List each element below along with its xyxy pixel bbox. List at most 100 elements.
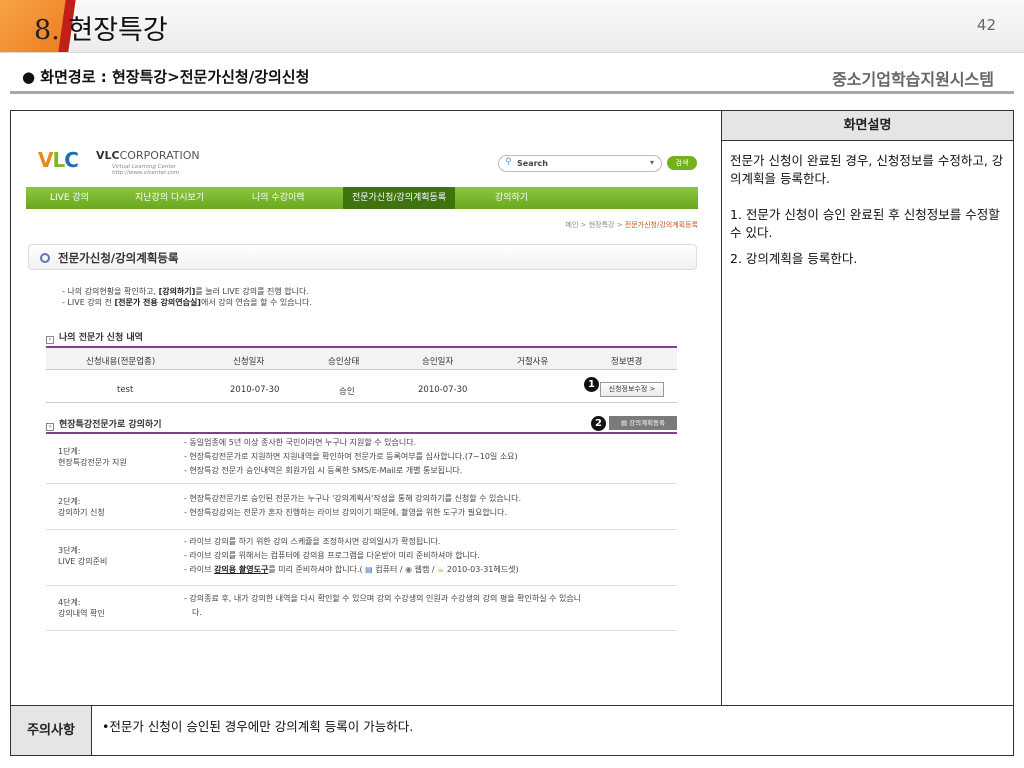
- table-cell: test: [117, 385, 134, 395]
- page-title: 전문가신청/강의계획등록: [58, 251, 179, 265]
- step-name: 강의하기 신청: [58, 508, 105, 517]
- step-line: - 라이브 강의용 촬영도구를 미리 준비하셔야 합니다.( ▤ 컴퓨터 / ◉…: [184, 563, 519, 577]
- intro-text-2b: [전문가 전용 강의연습실]: [114, 298, 201, 307]
- step-line-part: 웹캠 /: [412, 565, 438, 574]
- note-label: 주의사항: [11, 706, 92, 755]
- frame-divider: [721, 111, 722, 705]
- step-line: - 라이브 강의를 하기 위한 강의 스케쥴을 조정하시면 강의일시가 확정됩니…: [184, 537, 441, 546]
- step-line: - 강의종료 후, 내가 강의한 내역을 다시 확인할 수 있으며 강의 수강생…: [184, 594, 582, 603]
- main-nav: LIVE 강의 지난강의 다시보기 나의 수강이력 전문가신청/강의계획등록 강…: [26, 187, 698, 209]
- callout-badge-2: 2: [591, 416, 606, 431]
- step-row: 3단계: LIVE 강의준비 - 라이브 강의를 하기 위한 강의 스케쥴을 조정…: [46, 530, 677, 586]
- search-icon: ⚲: [505, 157, 512, 167]
- step-row: 2단계: 강의하기 신청 - 현장특강전문가로 승인된 전문가는 누구나 '강의계…: [46, 484, 677, 530]
- apply-history-title: 나의 전문가 신청 내역: [59, 333, 143, 343]
- site-screenshot: VLC VLCCORPORATION Virtual Learning Cent…: [26, 140, 698, 655]
- route-underline: [10, 91, 1014, 94]
- step-label: 4단계: 강의내역 확인: [58, 597, 105, 619]
- note-divider: [11, 705, 1013, 706]
- intro-text-1c: 를 눌러 LIVE 강의를 진행 합니다.: [195, 287, 309, 296]
- column-header: 신청내용(전문업종): [86, 357, 156, 367]
- circle-icon: [40, 253, 50, 263]
- breadcrumb-current: 전문가신청/강의계획등록: [624, 221, 698, 229]
- intro-text-2a: - LIVE 강의 전: [62, 298, 115, 307]
- step-line: - 현장특강 전문가 승인내역은 회원가입 시 등록한 SMS/E-Mail로 …: [184, 466, 463, 475]
- description-line: 2. 강의계획을 등록한다.: [730, 251, 858, 266]
- step-row: 1단계: 현장특강전문가 지원 - 동일업종에 5년 이상 종사한 국민이라면 누…: [46, 434, 677, 484]
- edit-application-button[interactable]: 신청정보수정 >: [600, 382, 664, 397]
- column-header: 승인상태: [328, 357, 360, 367]
- column-header: 승인일자: [422, 357, 454, 367]
- logo-c: C: [64, 148, 79, 172]
- corporation-name: VLCCORPORATION: [96, 149, 200, 162]
- register-plan-button[interactable]: ▤ 강의계획등록: [609, 416, 677, 430]
- header-rule: [0, 52, 1024, 53]
- slide-title: 8. 현장특강: [34, 8, 168, 47]
- logo-v: V: [38, 148, 54, 172]
- table-cell: 2010-07-30: [230, 385, 280, 395]
- vlc-logo[interactable]: VLC: [38, 148, 79, 172]
- description-line: 전문가 신청이 완료된 경우, 신청정보를 수정하고, 강의계획을 등록한다.: [730, 153, 1004, 186]
- step-description: - 동일업종에 5년 이상 종사한 국민이라면 누구나 지원할 수 있습니다. -…: [184, 436, 518, 478]
- chevron-down-icon[interactable]: ▾: [650, 158, 654, 167]
- step-description: - 현장특강전문가로 승인된 전문가는 누구나 '강의계획서'작성을 통해 강의…: [184, 492, 521, 520]
- lecture-title: 현장특강전문가로 강의하기: [59, 420, 162, 430]
- nav-lecture[interactable]: 강의하기: [495, 187, 528, 209]
- register-plan-label: 강의계획등록: [629, 419, 666, 427]
- page-number: 42: [976, 16, 996, 34]
- description-line: 1. 전문가 신청이 승인 완료된 후 신청정보를 수정할 수 있다.: [730, 207, 1000, 240]
- corp-sub2: http://www.vlcenter.com: [112, 170, 180, 176]
- step-line: - 라이브 강의를 위해서는 컴퓨터에 강의용 프로그램을 다운받아 미리 준비…: [184, 551, 480, 560]
- step-name: LIVE 강의준비: [58, 557, 108, 566]
- step-number: 3단계:: [58, 546, 81, 555]
- logo-l: L: [52, 148, 65, 172]
- intro-text-1b: [강의하기]: [158, 287, 196, 296]
- apply-history-heading: › 나의 전문가 신청 내역: [46, 330, 143, 344]
- step-line-part: 2010-03-31헤드셋): [444, 565, 519, 574]
- step-name: 강의내역 확인: [58, 609, 105, 618]
- step-line: - 동일업종에 5년 이상 종사한 국민이라면 누구나 지원할 수 있습니다.: [184, 438, 417, 447]
- intro-text: - 나의 강의현황을 확인하고, [강의하기]를 눌러 LIVE 강의를 진행 …: [62, 286, 312, 308]
- breadcrumb-path: 메인 > 현장특강 >: [565, 221, 625, 229]
- step-name: 현장특강전문가 지원: [58, 458, 127, 467]
- search-label: Search: [517, 159, 548, 168]
- screen-route: ● 화면경로 : 현장특강>전문가신청/강의신청: [22, 68, 310, 86]
- table-row-rule: [46, 402, 677, 403]
- step-number: 4단계:: [58, 598, 81, 607]
- note-text: •전문가 신청이 승인된 경우에만 강의계획 등록이 가능하다.: [102, 719, 414, 734]
- lecture-heading: › 현장특강전문가로 강의하기: [46, 417, 162, 431]
- chevron-right-icon: ›: [46, 423, 54, 431]
- computer-icon: ▤: [365, 565, 373, 574]
- step-line: 다.: [192, 608, 202, 617]
- step-line: - 현장특강전문가로 승인된 전문가는 누구나 '강의계획서'작성을 통해 강의…: [184, 494, 522, 503]
- step-row: 4단계: 강의내역 확인 - 강의종료 후, 내가 강의한 내역을 다시 확인할 …: [46, 586, 677, 631]
- intro-text-2c: 에서 강의 연습을 할 수 있습니다.: [200, 298, 312, 307]
- corporation-subtitle: Virtual Learning Center http://www.vlcent…: [112, 164, 179, 176]
- filming-tools-link[interactable]: 강의용 촬영도구: [214, 565, 268, 574]
- step-label: 3단계: LIVE 강의준비: [58, 545, 107, 567]
- nav-history[interactable]: 나의 수강이력: [252, 187, 305, 209]
- nav-expert-apply[interactable]: 전문가신청/강의계획등록: [343, 187, 456, 209]
- corp-bold: VLC: [96, 149, 120, 162]
- section-number: 8.: [34, 15, 60, 46]
- breadcrumb: 메인 > 현장특강 > 전문가신청/강의계획등록: [566, 220, 698, 230]
- search-input[interactable]: ⚲ Search ▾: [498, 155, 662, 172]
- corp-text: CORPORATION: [119, 149, 200, 162]
- description-heading: 화면설명: [722, 111, 1013, 141]
- step-label: 2단계: 강의하기 신청: [58, 496, 105, 518]
- column-header: 신청일자: [233, 357, 265, 367]
- step-description: - 강의종료 후, 내가 강의한 내역을 다시 확인할 수 있으며 강의 수강생…: [184, 592, 581, 620]
- search-button[interactable]: 검색: [667, 156, 697, 170]
- step-label: 1단계: 현장특강전문가 지원: [58, 446, 127, 468]
- callout-badge-1: 1: [584, 377, 599, 392]
- column-header: 정보변경: [611, 357, 643, 367]
- step-line: - 현장특강전문가로 지원하면 지원내역을 확인하여 전문가로 등록여부를 심사…: [184, 452, 518, 461]
- nav-live[interactable]: LIVE 강의: [50, 187, 89, 209]
- table-cell: 2010-07-30: [418, 385, 468, 395]
- system-name: 중소기업학습지원시스템: [832, 70, 994, 89]
- chevron-right-icon: ›: [46, 336, 54, 344]
- nav-replay[interactable]: 지난강의 다시보기: [135, 187, 204, 209]
- description-body: 전문가 신청이 완료된 경우, 신청정보를 수정하고, 강의계획을 등록한다. …: [730, 152, 1006, 286]
- step-number: 2단계:: [58, 497, 81, 506]
- slide: { "header":{"number":"8.","title":"현장특강"…: [0, 0, 1024, 768]
